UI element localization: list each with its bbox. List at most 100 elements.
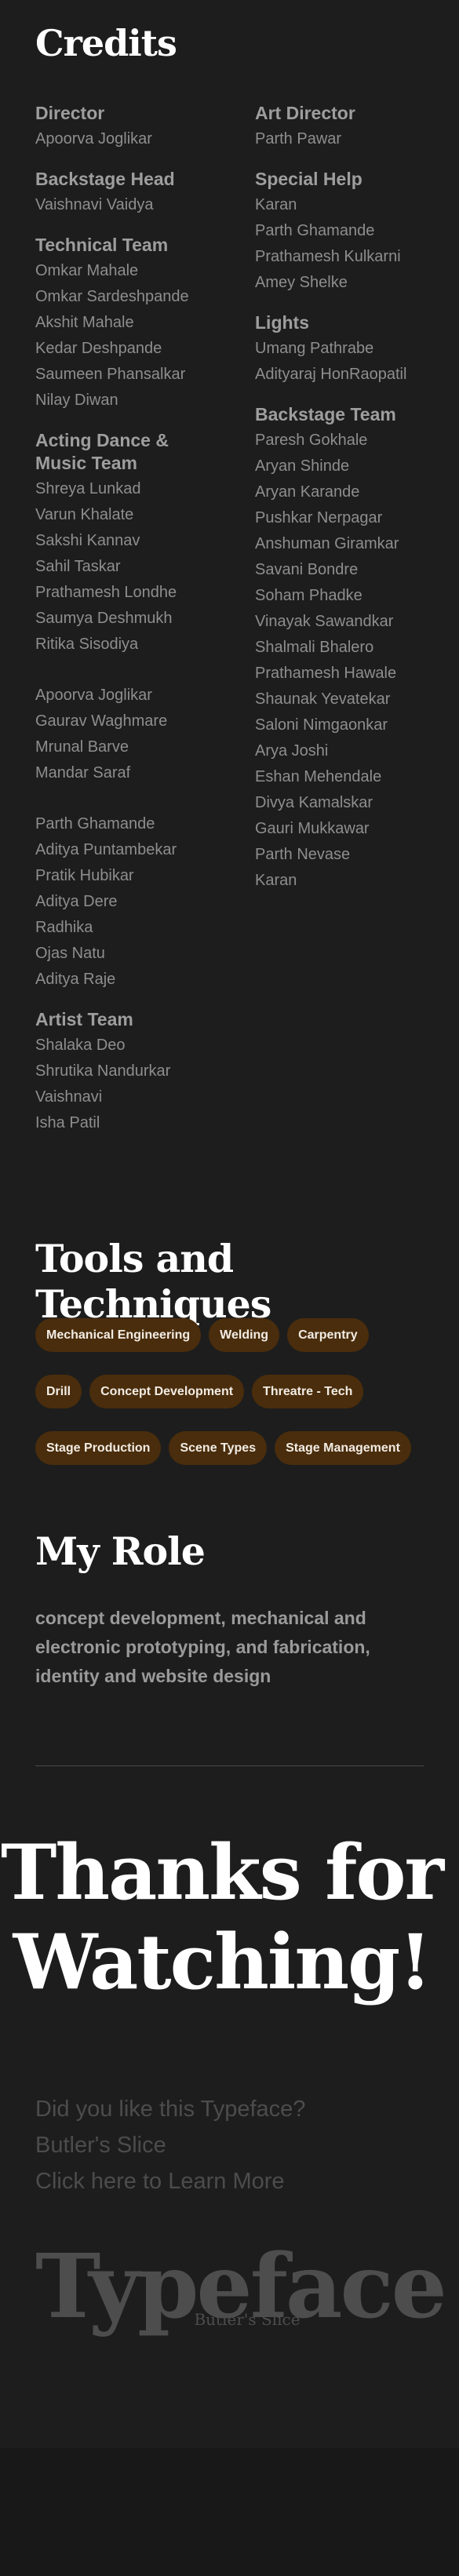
person-name: Shaunak Yevatekar: [255, 690, 391, 708]
person-name: Mandar Saraf: [35, 764, 131, 782]
person-name: Prathamesh Londhe: [35, 584, 177, 601]
person-name: Ritika Sisodiya: [35, 636, 139, 653]
tag-mechanical-engineering: Mechanical Engineering: [35, 1318, 202, 1352]
person-name: Amey Shelke: [255, 274, 348, 291]
person-name: Karan: [255, 196, 297, 213]
person-name: Shalmali Bhalero: [255, 639, 374, 656]
person-name: Saumeen Phansalkar: [35, 366, 186, 383]
person-name: Aryan Shinde: [255, 457, 350, 475]
tag-carpentry: Carpentry: [287, 1318, 369, 1352]
person-name: Gaurav Waghmare: [35, 712, 168, 730]
person-name: Prathamesh Kulkarni: [255, 248, 401, 265]
person-name: Aditya Dere: [35, 893, 118, 910]
person-name: Ojas Natu: [35, 945, 105, 962]
person-name: Kedar Deshpande: [35, 340, 162, 357]
tools-tag-list: Mechanical Engineering Welding Carpentry…: [35, 1318, 443, 1488]
person-name: Adityaraj HonRaopatil: [255, 366, 407, 383]
person-name: Parth Pawar: [255, 130, 342, 148]
person-name: Saloni Nimgaonkar: [255, 716, 388, 734]
person-name: Akshit Mahale: [35, 314, 134, 331]
credits-left-column: Director Apoorva Joglikar Backstage Head…: [35, 102, 243, 1152]
tag-row: Stage Production Scene Types Stage Manag…: [35, 1431, 443, 1465]
person-name: Mrunal Barve: [35, 738, 129, 756]
typeface-promo: Did you like this Typeface? Butler's Sli…: [35, 2091, 305, 2199]
person-name: Radhika: [35, 919, 93, 936]
credit-group-backstage-head: Backstage Head Vaishnavi Vaidya: [35, 168, 243, 218]
person-name: Vinayak Sawandkar: [255, 613, 394, 630]
person-name: Shrutika Nandurkar: [35, 1062, 171, 1080]
tag-row: Mechanical Engineering Welding Carpentry: [35, 1318, 443, 1352]
learn-more-link[interactable]: Click here to Learn More: [35, 2163, 305, 2199]
typeface-wordmark: Typeface Butler's Slice: [35, 2243, 447, 2331]
tag-scene-types: Scene Types: [169, 1431, 268, 1465]
person-name: Prathamesh Hawale: [255, 665, 397, 682]
person-name: Paresh Gokhale: [255, 432, 368, 449]
thanks-line-1: Thanks for: [0, 1828, 444, 1917]
person-name: Sakshi Kannav: [35, 532, 140, 549]
person-name: Nilay Diwan: [35, 392, 118, 409]
person-name: Aryan Karande: [255, 483, 360, 501]
person-name: Omkar Sardeshpande: [35, 288, 189, 305]
person-name: Divya Kamalskar: [255, 794, 373, 811]
tag-welding: Welding: [209, 1318, 280, 1352]
credits-right-column: Art Director Parth Pawar Special Help Ka…: [255, 102, 451, 909]
person-name: Umang Pathrabe: [255, 340, 374, 357]
person-name: Arya Joshi: [255, 742, 329, 760]
footer-band: [0, 2448, 459, 2576]
person-name: Apoorva Joglikar: [35, 130, 152, 148]
role-label: Artist Team: [35, 1009, 133, 1029]
credit-group-backstage-team: Backstage Team Paresh Gokhale Aryan Shin…: [255, 403, 451, 894]
person-name: Shreya Lunkad: [35, 480, 141, 497]
person-name: Varun Khalate: [35, 506, 134, 523]
person-name: Aditya Raje: [35, 971, 116, 988]
section-divider: [35, 1765, 424, 1766]
person-name: Aditya Puntambekar: [35, 841, 177, 858]
tag-stage-management: Stage Management: [275, 1431, 411, 1465]
person-name: Savani Bondre: [255, 561, 359, 578]
role-label: Special Help: [255, 169, 362, 189]
role-label: Technical Team: [35, 235, 169, 255]
role-label: Acting Dance & Music Team: [35, 430, 169, 473]
role-label: Art Director: [255, 103, 355, 123]
person-name: Vaishnavi Vaidya: [35, 196, 154, 213]
my-role-title: My Role: [35, 1528, 206, 1574]
credit-group-technical-team: Technical Team Omkar Mahale Omkar Sardes…: [35, 234, 243, 414]
tag-theatre-tech: Threatre - Tech: [252, 1375, 364, 1408]
person-name: Eshan Mehendale: [255, 768, 382, 785]
role-label: Backstage Head: [35, 169, 175, 189]
person-name: Shalaka Deo: [35, 1037, 126, 1054]
thanks-line-2: Watching!: [13, 1918, 432, 2006]
my-role-text: concept development, mechanical and elec…: [35, 1608, 370, 1686]
person-name: Parth Nevase: [255, 846, 351, 863]
promo-question: Did you like this Typeface?: [35, 2097, 306, 2122]
role-label: Backstage Team: [255, 404, 396, 424]
credit-group-artist-team: Artist Team Shalaka Deo Shrutika Nandurk…: [35, 1008, 243, 1136]
person-name: Gauri Mukkawar: [255, 820, 370, 837]
tag-stage-production: Stage Production: [35, 1431, 162, 1465]
person-name: Apoorva Joglikar: [35, 687, 152, 704]
thanks-heading: Thanks for Watching!: [0, 1828, 444, 2007]
credit-group-art-director: Art Director Parth Pawar: [255, 102, 451, 152]
person-name: Parth Ghamande: [35, 815, 155, 833]
credit-group-lights: Lights Umang Pathrabe Adityaraj HonRaopa…: [255, 312, 451, 388]
tag-drill: Drill: [35, 1375, 82, 1408]
person-name: Vaishnavi: [35, 1088, 103, 1106]
role-label: Director: [35, 103, 105, 123]
person-name: Karan: [255, 872, 297, 889]
person-name: Sahil Taskar: [35, 558, 121, 575]
person-name: Saumya Deshmukh: [35, 610, 173, 627]
person-name: Omkar Mahale: [35, 262, 139, 279]
person-name: Pushkar Nerpagar: [255, 509, 383, 526]
person-name: Parth Ghamande: [255, 222, 375, 239]
person-name: Anshuman Giramkar: [255, 535, 399, 552]
credit-group-director: Director Apoorva Joglikar: [35, 102, 243, 152]
credit-group-special-help: Special Help Karan Parth Ghamande Pratha…: [255, 168, 451, 296]
tools-title: Tools and Techniques: [35, 1236, 271, 1327]
promo-typeface-name: Butler's Slice: [35, 2133, 166, 2158]
tag-row: Drill Concept Development Threatre - Tec…: [35, 1375, 443, 1408]
tag-concept-development: Concept Development: [89, 1375, 245, 1408]
person-name: Isha Patil: [35, 1114, 100, 1131]
credit-group-acting-dance-music: Acting Dance & Music Team Shreya Lunkad …: [35, 429, 243, 993]
credits-title: Credits: [35, 22, 177, 64]
role-label: Lights: [255, 312, 309, 333]
